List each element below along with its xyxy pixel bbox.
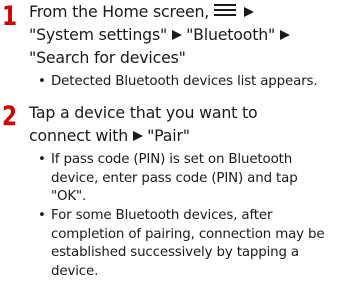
bullet-icon: • (38, 152, 46, 167)
bullet-text: For some Bluetooth devices, after (51, 208, 273, 223)
step-number: 1 (2, 1, 18, 32)
step-text: From the Home screen, (29, 2, 210, 21)
bullet-text: Detected Bluetooth devices list appears. (51, 74, 318, 89)
step-1-line-3: "Search for devices" (29, 48, 186, 68)
menu-path-system-settings: "System settings" (29, 25, 168, 44)
menu-path-bluetooth: "Bluetooth" (186, 25, 276, 44)
step-number: 2 (2, 101, 18, 132)
bullet-icon: • (38, 74, 46, 89)
menu-path-search-for-devices: "Search for devices" (29, 48, 186, 67)
step-2-line-1: Tap a device that you want to (29, 103, 258, 123)
bullet-text: "OK". (51, 189, 87, 204)
menu-icon (214, 4, 237, 16)
step-1-line-2: "System settings" "Bluetooth" (29, 25, 294, 45)
bullet-text: completion of pairing, connection may be (51, 226, 325, 242)
arrow-right-icon (172, 30, 183, 40)
menu-path-pair: "Pair" (147, 126, 190, 145)
step-text: Tap a device that you want to (29, 103, 258, 122)
arrow-right-icon (244, 7, 255, 17)
arrow-right-icon (133, 131, 144, 141)
bullet-text: device, enter pass code (PIN) and tap (51, 170, 298, 186)
step-1-line-1: From the Home screen, (29, 2, 258, 22)
step-2-line-2: connect with "Pair" (29, 126, 190, 146)
bullet-text: device. (51, 263, 99, 279)
bullet-text: established successively by tapping a (51, 245, 299, 260)
arrow-right-icon (280, 30, 291, 40)
bullet-icon: • (38, 208, 46, 223)
bullet-text: If pass code (PIN) is set on Bluetooth (51, 152, 293, 167)
step-text: connect with (29, 126, 129, 145)
